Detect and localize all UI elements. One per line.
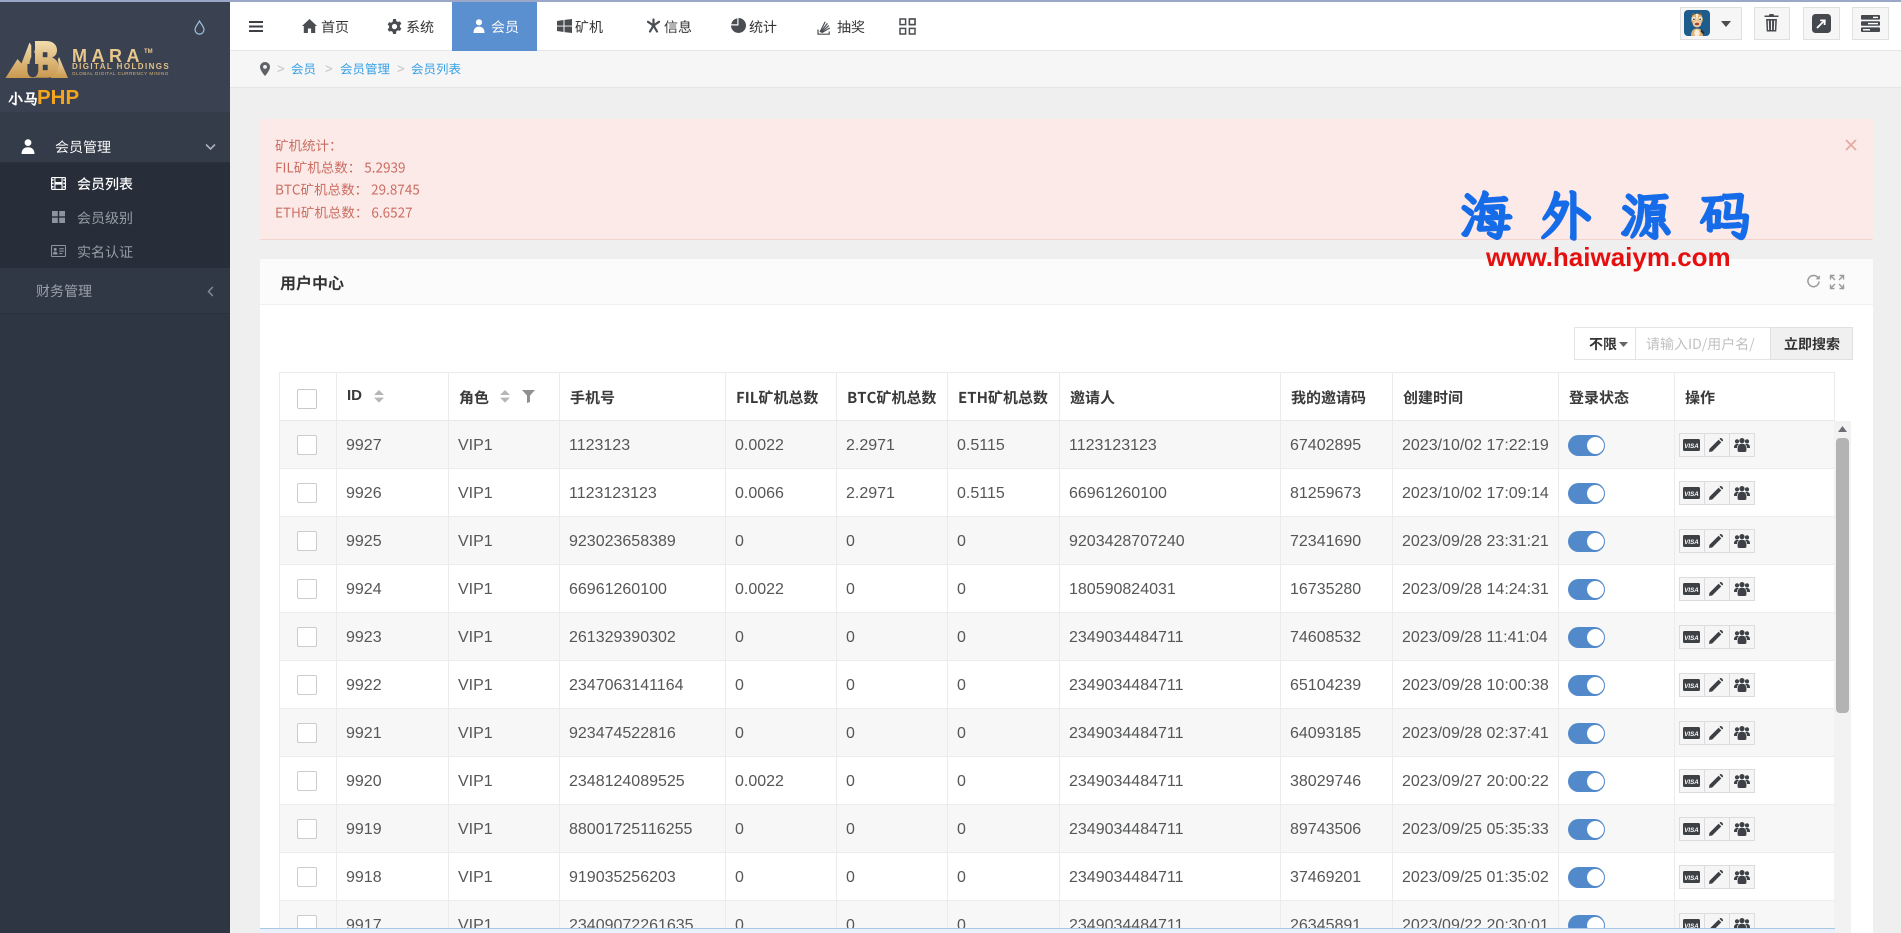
svg-text:VISA: VISA — [1684, 875, 1699, 882]
svg-text:VISA: VISA — [1684, 539, 1699, 546]
svg-text:VISA: VISA — [1684, 827, 1699, 834]
svg-text:VISA: VISA — [1684, 779, 1699, 786]
svg-text:VISA: VISA — [1684, 587, 1699, 594]
svg-text:VISA: VISA — [1684, 635, 1699, 642]
svg-text:VISA: VISA — [1684, 683, 1699, 690]
svg-text:VISA: VISA — [1684, 443, 1699, 450]
svg-text:VISA: VISA — [1684, 731, 1699, 738]
svg-text:VISA: VISA — [1684, 491, 1699, 498]
